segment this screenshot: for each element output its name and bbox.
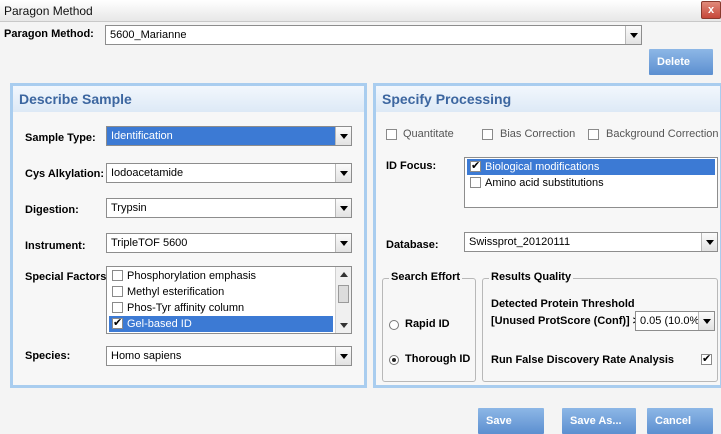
describe-sample-header: Describe Sample bbox=[13, 86, 364, 112]
save-button[interactable]: Save bbox=[478, 408, 544, 434]
id-focus-list[interactable]: Biological modifications Amino acid subs… bbox=[464, 157, 718, 208]
instrument-label: Instrument: bbox=[25, 240, 86, 252]
scroll-up-icon[interactable] bbox=[340, 272, 348, 277]
cys-alkylation-value: Iodoacetamide bbox=[111, 167, 184, 179]
save-as-button[interactable]: Save As... bbox=[562, 408, 636, 434]
bias-correction-label: Bias Correction bbox=[500, 128, 576, 140]
digestion-value: Trypsin bbox=[111, 202, 147, 214]
list-item[interactable]: Phos-Tyr affinity column bbox=[109, 300, 333, 316]
close-icon[interactable]: x bbox=[708, 4, 714, 16]
paragon-method-label: Paragon Method: bbox=[4, 28, 94, 40]
list-item[interactable]: Amino acid substitutions bbox=[467, 175, 715, 191]
list-item-label: Phosphorylation emphasis bbox=[127, 270, 257, 282]
list-item[interactable]: Methyl esterification bbox=[109, 284, 333, 300]
fdr-checkbox[interactable] bbox=[701, 352, 712, 365]
scrollbar[interactable] bbox=[335, 267, 351, 333]
rapid-id-radio[interactable] bbox=[389, 320, 399, 330]
checkbox[interactable] bbox=[112, 302, 123, 313]
delete-button[interactable]: Delete bbox=[649, 49, 713, 75]
cys-alkylation-label: Cys Alkylation: bbox=[25, 168, 105, 180]
bias-correction-checkbox[interactable] bbox=[482, 129, 493, 140]
sample-type-label: Sample Type: bbox=[25, 132, 96, 144]
specify-processing-header: Specify Processing bbox=[376, 86, 720, 112]
threshold-value: 0.05 (10.0%) bbox=[640, 315, 703, 327]
rapid-id-label: Rapid ID bbox=[405, 318, 450, 330]
species-value: Homo sapiens bbox=[111, 350, 182, 362]
list-item-label: Phos-Tyr affinity column bbox=[127, 302, 245, 314]
database-value: Swissprot_20120111 bbox=[469, 236, 571, 248]
instrument-value: TripleTOF 5600 bbox=[111, 237, 188, 249]
quantitate-checkbox[interactable] bbox=[386, 129, 397, 140]
cys-alkylation-dropdown[interactable]: Iodoacetamide bbox=[106, 163, 352, 183]
close-button[interactable]: x bbox=[701, 1, 721, 19]
thorough-id-radio[interactable] bbox=[389, 355, 399, 365]
fdr-label: Run False Discovery Rate Analysis bbox=[491, 354, 675, 366]
chevron-down-icon[interactable] bbox=[335, 164, 351, 182]
threshold-dropdown[interactable]: 0.05 (10.0%) bbox=[635, 311, 715, 331]
database-dropdown[interactable]: Swissprot_20120111 bbox=[464, 232, 718, 252]
checkbox[interactable] bbox=[470, 159, 481, 172]
sample-type-value: Identification bbox=[111, 130, 173, 142]
chevron-down-icon[interactable] bbox=[335, 199, 351, 217]
checkbox[interactable] bbox=[112, 316, 123, 329]
chevron-down-icon[interactable] bbox=[701, 233, 717, 251]
checkbox[interactable] bbox=[112, 286, 123, 297]
list-item-label: Methyl esterification bbox=[127, 286, 225, 298]
list-item-label: Gel-based ID bbox=[127, 318, 192, 330]
chevron-down-icon[interactable] bbox=[698, 312, 714, 330]
results-quality-title: Results Quality bbox=[489, 271, 574, 283]
scroll-thumb[interactable] bbox=[338, 285, 349, 303]
specify-processing-title: Specify Processing bbox=[382, 91, 512, 107]
instrument-dropdown[interactable]: TripleTOF 5600 bbox=[106, 233, 352, 253]
describe-sample-panel: Describe Sample Sample Type: Identificat… bbox=[10, 83, 367, 388]
quantitate-label: Quantitate bbox=[403, 128, 454, 140]
paragon-method-dropdown[interactable]: 5600_Marianne bbox=[105, 25, 642, 45]
title-bar: Paragon Method x bbox=[0, 0, 721, 22]
id-focus-label: ID Focus: bbox=[386, 160, 437, 172]
special-factors-label: Special Factors: bbox=[25, 271, 110, 283]
background-correction-label: Background Correction bbox=[606, 128, 719, 140]
list-item-label: Amino acid substitutions bbox=[485, 177, 604, 189]
species-label: Species: bbox=[25, 350, 71, 362]
chevron-down-icon[interactable] bbox=[335, 234, 351, 252]
threshold-label-line2: [Unused ProtScore (Conf)] >: bbox=[491, 315, 643, 327]
list-item-label: Biological modifications bbox=[485, 161, 600, 173]
scroll-down-icon[interactable] bbox=[340, 323, 348, 328]
describe-sample-title: Describe Sample bbox=[19, 91, 132, 107]
cancel-button[interactable]: Cancel bbox=[647, 408, 713, 434]
checkbox[interactable] bbox=[470, 177, 481, 188]
chevron-down-icon[interactable] bbox=[625, 26, 641, 44]
sample-type-dropdown[interactable]: Identification bbox=[106, 126, 352, 146]
list-item[interactable]: Gel-based ID bbox=[109, 316, 333, 332]
search-effort-title: Search Effort bbox=[389, 271, 463, 283]
list-item[interactable]: Phosphorylation emphasis bbox=[109, 268, 333, 284]
paragon-method-value: 5600_Marianne bbox=[110, 29, 187, 41]
results-quality-group: Results Quality Detected Protein Thresho… bbox=[482, 271, 718, 382]
database-label: Database: bbox=[386, 239, 439, 251]
checkbox[interactable] bbox=[112, 270, 123, 281]
thorough-id-label: Thorough ID bbox=[405, 353, 471, 365]
window-title: Paragon Method bbox=[4, 4, 93, 18]
search-effort-group: Search Effort Rapid ID Thorough ID bbox=[382, 271, 476, 382]
list-item[interactable]: Biological modifications bbox=[467, 159, 715, 175]
species-dropdown[interactable]: Homo sapiens bbox=[106, 346, 352, 366]
digestion-label: Digestion: bbox=[25, 204, 79, 216]
chevron-down-icon[interactable] bbox=[335, 127, 351, 145]
specify-processing-panel: Specify Processing Quantitate Bias Corre… bbox=[373, 83, 721, 388]
background-correction-checkbox[interactable] bbox=[588, 129, 599, 140]
chevron-down-icon[interactable] bbox=[335, 347, 351, 365]
threshold-label-line1: Detected Protein Threshold bbox=[491, 298, 635, 310]
digestion-dropdown[interactable]: Trypsin bbox=[106, 198, 352, 218]
special-factors-list[interactable]: Phosphorylation emphasis Methyl esterifi… bbox=[106, 266, 352, 334]
